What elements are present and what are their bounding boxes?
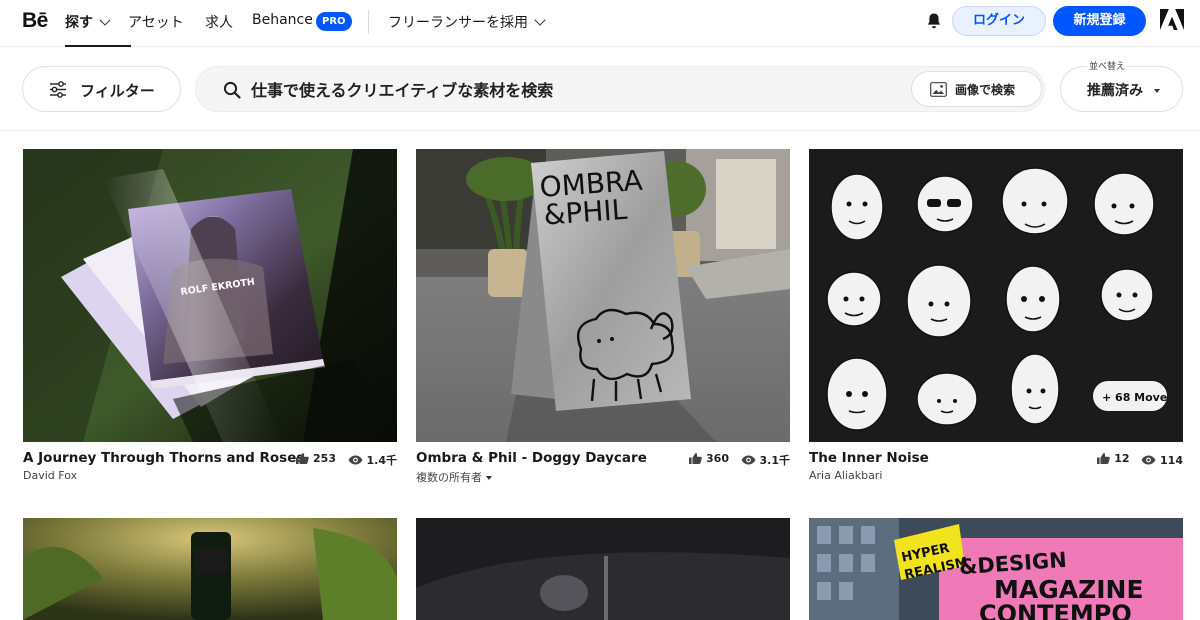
signup-button[interactable]: 新規登録 [1053, 6, 1146, 36]
nav-explore-label: 探す [65, 15, 93, 31]
nav-behance-pro[interactable]: Behance [252, 12, 313, 28]
more-tag-text: + 68 Move [1102, 391, 1167, 404]
project-thumbnail[interactable]: ROLF EKROTH [23, 149, 397, 442]
thumbs-up-icon [1097, 453, 1110, 464]
project-image: OMBRA &PHIL [416, 149, 790, 442]
project-title[interactable]: The Inner Noise [809, 450, 929, 466]
project-thumbnail[interactable]: HYPER REALISM &DESIGN MAGAZINE CONTEMPO [809, 518, 1183, 620]
project-image: HYPER REALISM &DESIGN MAGAZINE CONTEMPO [809, 518, 1183, 620]
nav-divider [368, 10, 369, 34]
eye-icon [1141, 455, 1156, 465]
magazine-text-line3: CONTEMPO [979, 600, 1132, 620]
pro-badge[interactable]: PRO [316, 12, 352, 31]
project-title[interactable]: Ombra & Phil - Doggy Daycare [416, 450, 647, 466]
search-box[interactable]: 画像で検索 [195, 66, 1045, 112]
bell-icon[interactable] [926, 12, 942, 30]
project-card[interactable]: OMBRA &PHIL Ombra & Phil - Doggy Daycare… [416, 149, 790, 484]
project-thumbnail[interactable]: OMBRA &PHIL [416, 149, 790, 442]
like-count-value: 253 [313, 452, 336, 465]
caret-down-icon [1154, 89, 1160, 93]
project-stats: 360 3.1千 [680, 452, 791, 468]
caret-down-icon [486, 476, 492, 480]
sort-label: 並べ替え [1087, 59, 1128, 72]
project-image: ROLF EKROTH [23, 149, 397, 442]
project-image: + 68 Move [809, 149, 1183, 442]
view-count: 1.4千 [348, 452, 398, 468]
project-thumbnail[interactable] [23, 518, 397, 620]
image-search-label: 画像で検索 [955, 83, 1016, 97]
like-count: 12 [1096, 452, 1130, 465]
project-card[interactable]: ROLF EKROTH A Journey Through Thorns and… [23, 149, 397, 482]
image-icon [930, 82, 947, 97]
project-thumbnail[interactable] [416, 518, 790, 620]
sliders-icon [50, 81, 66, 98]
nav-assets[interactable]: アセット [128, 12, 184, 32]
sort-value: 推薦済み [1087, 83, 1143, 99]
nav-hire-label: フリーランサーを採用 [388, 15, 528, 31]
view-count-value: 3.1千 [759, 454, 791, 467]
like-count: 253 [295, 452, 336, 465]
chevron-down-icon [99, 14, 111, 26]
sign-text-line2: &PHIL [543, 193, 629, 232]
image-search-button[interactable]: 画像で検索 [911, 71, 1042, 107]
view-count-value: 1.4千 [366, 454, 398, 467]
project-owner-dropdown[interactable]: 複数の所有者 [416, 469, 492, 485]
project-image [23, 518, 397, 620]
chevron-down-icon [534, 14, 546, 26]
nav-explore[interactable]: 探す [65, 12, 131, 47]
view-count: 3.1千 [741, 452, 791, 468]
project-owner[interactable]: David Fox [23, 469, 77, 482]
view-count: 114 [1141, 454, 1183, 467]
thumbs-up-icon [296, 453, 309, 464]
filter-button-label: フィルター [80, 82, 155, 100]
top-navigation: Bē 探す アセット 求人 Behance PRO フリーランサーを採用 ログイ… [0, 0, 1200, 47]
filter-button[interactable]: フィルター [22, 66, 181, 112]
behance-logo[interactable]: Bē [22, 9, 48, 33]
project-title[interactable]: A Journey Through Thorns and Roses [23, 450, 304, 466]
project-owner: 複数の所有者 [416, 471, 482, 484]
project-image [416, 518, 790, 620]
project-stats: 253 1.4千 [287, 452, 398, 468]
login-button[interactable]: ログイン [952, 6, 1046, 36]
eye-icon [741, 455, 755, 465]
nav-jobs[interactable]: 求人 [205, 12, 233, 32]
project-stats: 12 114 [1088, 452, 1183, 467]
like-count-value: 12 [1114, 452, 1130, 465]
view-count-value: 114 [1160, 453, 1183, 467]
search-input[interactable] [251, 77, 891, 103]
project-card[interactable]: + 68 Move The Inner Noise Aria Aliakbari… [809, 149, 1183, 482]
eye-icon [348, 455, 362, 465]
like-count: 360 [688, 452, 729, 465]
nav-hire-freelancer[interactable]: フリーランサーを採用 [388, 12, 546, 32]
search-icon [223, 81, 241, 99]
project-owner[interactable]: Aria Aliakbari [809, 469, 882, 482]
thumbs-up-icon [689, 453, 702, 464]
adobe-logo-icon[interactable] [1160, 9, 1184, 30]
sort-dropdown[interactable]: 推薦済み [1060, 66, 1183, 112]
filter-search-bar: フィルター 画像で検索 推薦済み [0, 48, 1200, 131]
project-thumbnail[interactable]: + 68 Move [809, 149, 1183, 442]
like-count-value: 360 [706, 452, 729, 465]
